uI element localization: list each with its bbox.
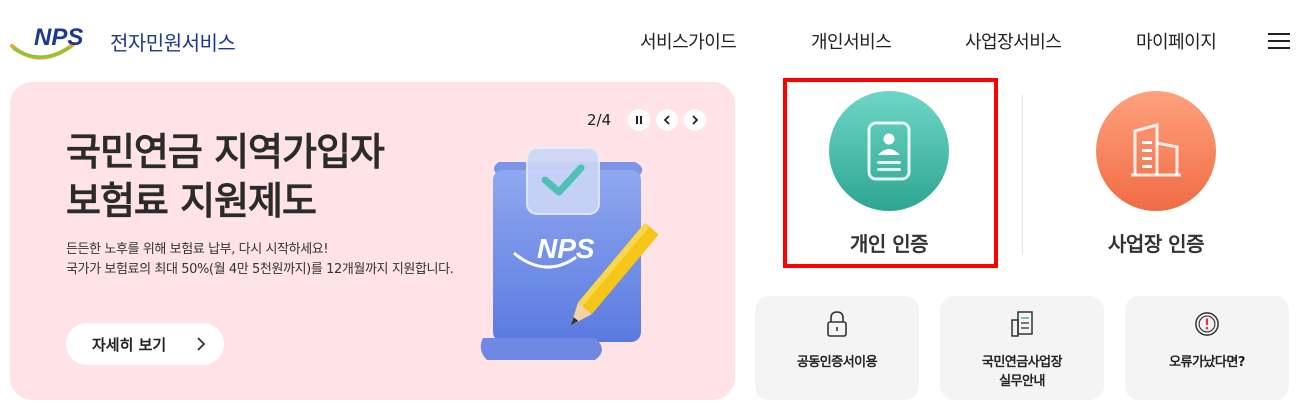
business-auth-card[interactable]: 사업장 인증 [1051,82,1261,266]
banner-description: 든든한 노후를 위해 보험료 납부, 다시 시작하세요! 국가가 보험료의 최대… [66,240,454,280]
banner-desc-line1: 든든한 노후를 위해 보험료 납부, 다시 시작하세요! [66,242,329,257]
nps-logo-mark: NPS [10,24,83,60]
nav-mypage[interactable]: 마이페이지 [1136,28,1217,54]
divider [1022,95,1023,255]
illustration-nps-text: NPS [537,233,595,264]
banner-desc-line2: 국가가 보험료의 최대 50%(월 4만 5천원까지)를 12개월까지 지원합니… [66,262,454,277]
building-icon [1131,123,1181,177]
alert-icon [1195,312,1219,336]
slide-pager: 2/4 [587,111,612,129]
more-details-button[interactable]: 자세히 보기 [66,323,224,365]
chevron-right-icon [197,337,206,351]
logo[interactable]: NPS 전자민원서비스 [10,24,250,68]
business-auth-circle [1096,91,1216,211]
card-label-line1: 오류가났다면? [1169,355,1245,370]
joint-certificate-card[interactable]: 공동인증서이용 [755,296,919,400]
highlight-box [783,78,998,268]
nav-service-guide[interactable]: 서비스가이드 [640,28,737,54]
header: NPS 전자민원서비스 서비스가이드 개인서비스 사업장서비스 마이페이지 [0,0,1306,78]
workplace-guide-card[interactable]: 국민연금사업장 실무안내 [940,296,1104,400]
business-auth-label: 사업장 인증 [1108,232,1204,256]
joint-certificate-label: 공동인증서이용 [755,353,919,372]
next-slide-button[interactable] [684,109,706,131]
more-details-label: 자세히 보기 [92,336,167,354]
workplace-guide-label: 국민연금사업장 실무안내 [940,353,1104,391]
error-help-label: 오류가났다면? [1125,353,1289,372]
error-help-card[interactable]: 오류가났다면? [1125,296,1289,400]
logo-text: NPS [34,24,83,51]
card-label-line1: 국민연금사업장 [981,355,1063,370]
chevron-left-icon [663,115,670,125]
nav-personal-service[interactable]: 개인서비스 [811,28,892,54]
page: NPS 전자민원서비스 서비스가이드 개인서비스 사업장서비스 마이페이지 국민… [0,0,1306,419]
prev-slide-button[interactable] [656,109,678,131]
document-icon [1011,311,1033,337]
nav-business-service[interactable]: 사업장서비스 [965,28,1062,54]
promo-banner[interactable]: 국민연금 지역가입자 보험료 지원제도 든든한 노후를 위해 보험료 납부, 다… [10,82,735,400]
card-label-line1: 공동인증서이용 [796,355,878,370]
chevron-right-icon [692,115,699,125]
banner-title: 국민연금 지역가입자 보험료 지원제도 [66,128,385,226]
pause-button[interactable] [628,109,650,131]
banner-title-line2: 보험료 지원제도 [66,179,317,223]
pause-icon [636,116,642,124]
banner-title-line1: 국민연금 지역가입자 [66,130,385,174]
card-label-line2: 실무안내 [999,374,1045,389]
lock-icon [827,311,847,337]
service-name: 전자민원서비스 [110,31,236,55]
document-pencil-illustration: NPS [480,147,658,360]
menu-icon[interactable] [1268,33,1290,49]
